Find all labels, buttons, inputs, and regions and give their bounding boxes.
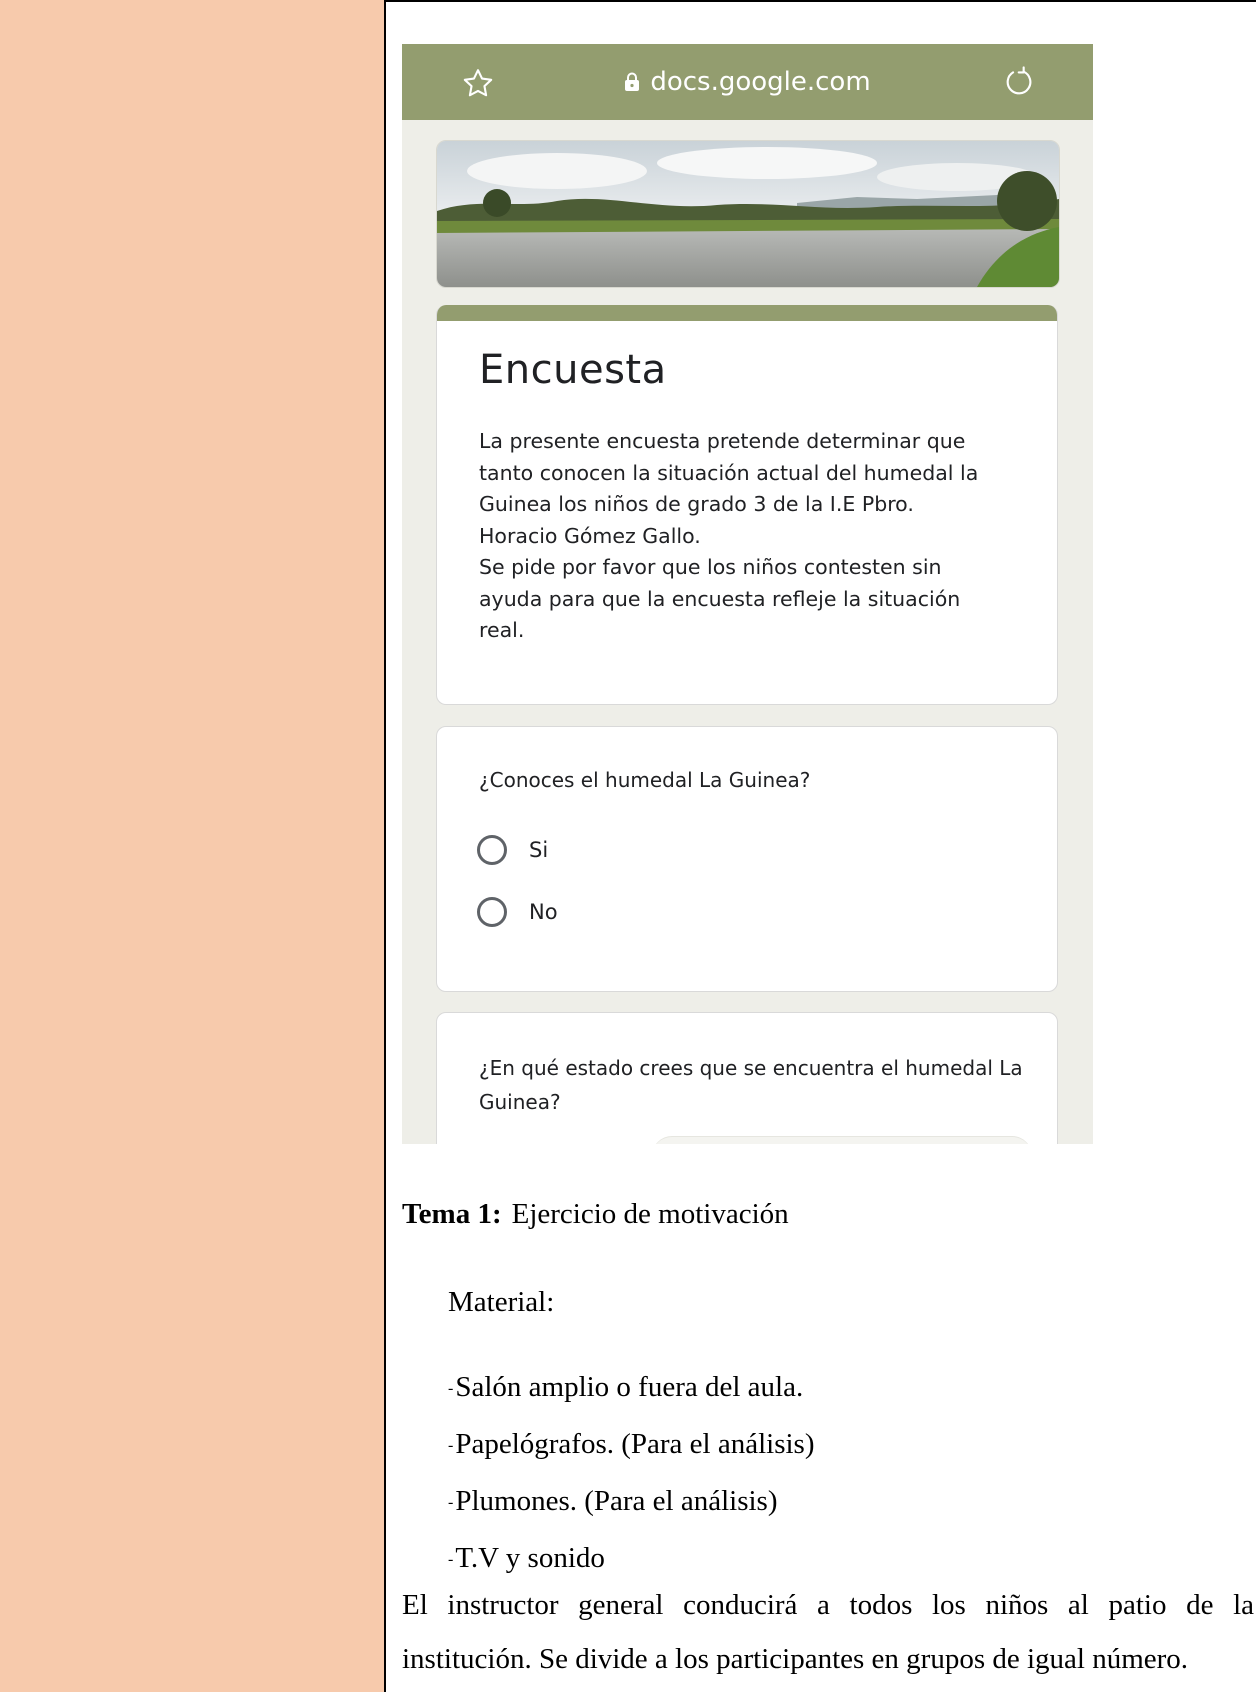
header-banner-image <box>436 140 1060 288</box>
lock-icon <box>625 72 640 91</box>
body-paragraph: El instructor general conducirá a todos … <box>402 1589 1254 1675</box>
section-title: Ejercicio de motivación <box>511 1198 789 1230</box>
address-bar[interactable]: docs.google.com <box>402 44 1093 120</box>
radio-option[interactable]: No <box>477 897 558 927</box>
form-accent-bar <box>437 305 1057 321</box>
question-text: ¿Conoces el humedal La Guinea? <box>479 768 811 792</box>
question-text-line1: ¿En qué estado crees que se encuentra el… <box>479 1056 1023 1080</box>
section-heading: Tema 1: Ejercicio de motivación <box>402 1197 789 1231</box>
question-card: ¿En qué estado crees que se encuentra el… <box>436 1012 1058 1144</box>
question-text-line2: Guinea? <box>479 1090 561 1114</box>
form-header-card: Encuesta La presente encuesta pretende d… <box>436 305 1058 705</box>
url-text: docs.google.com <box>650 67 871 97</box>
browser-bar: docs.google.com <box>402 44 1093 120</box>
radio-button[interactable] <box>477 897 507 927</box>
list-item: -T.V y sonido <box>448 1542 605 1574</box>
reload-icon[interactable] <box>1001 66 1035 100</box>
question-card: ¿Conoces el humedal La Guinea? Si No <box>436 726 1058 992</box>
form-description: La presente encuesta pretende determinar… <box>479 429 979 642</box>
section-label: Tema 1: <box>402 1198 502 1230</box>
radio-button[interactable] <box>477 835 507 865</box>
table-left-column <box>0 0 386 1692</box>
phone-screenshot: docs.google.com Encuesta La presente enc… <box>402 44 1093 1144</box>
list-item: -Salón amplio o fuera del aula. <box>448 1371 804 1403</box>
radio-label: No <box>529 900 558 924</box>
floating-bar <box>652 1136 1032 1144</box>
radio-option[interactable]: Si <box>477 835 548 865</box>
material-label: Material: <box>448 1286 555 1318</box>
form-title: Encuesta <box>479 347 667 393</box>
list-item: -Papelógrafos. (Para el análisis) <box>448 1428 815 1460</box>
list-item: -Plumones. (Para el análisis) <box>448 1485 778 1517</box>
radio-label: Si <box>529 838 549 862</box>
